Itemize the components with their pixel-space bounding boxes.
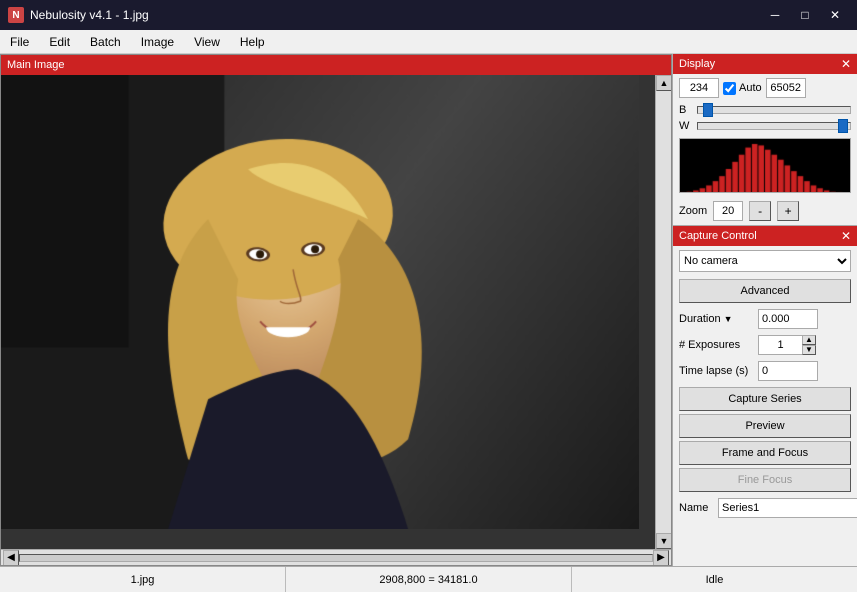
timelapse-label: Time lapse (s) (679, 365, 754, 377)
advanced-button[interactable]: Advanced (679, 279, 851, 303)
vertical-scrollbar[interactable]: ▲ ▼ (655, 75, 671, 549)
menu-view[interactable]: View (184, 30, 230, 53)
right-panel: Display ✕ Auto B W (672, 54, 857, 566)
capture-section-header: Capture Control ✕ (673, 226, 857, 246)
timelapse-input[interactable] (758, 361, 818, 381)
zoom-minus-button[interactable]: - (749, 201, 771, 221)
timelapse-row: Time lapse (s) (673, 358, 857, 384)
scroll-track[interactable] (656, 91, 671, 533)
display-section-header: Display ✕ (673, 54, 857, 74)
title-bar: N Nebulosity v4.1 - 1.jpg ─ □ ✕ (0, 0, 857, 30)
menu-batch[interactable]: Batch (80, 30, 131, 53)
scroll-up-button[interactable]: ▲ (656, 75, 672, 91)
capture-section: Capture Control ✕ No camera Advanced Dur… (673, 226, 857, 521)
app-icon: N (8, 7, 24, 23)
image-panel-header: Main Image (1, 55, 671, 75)
capture-series-button[interactable]: Capture Series (679, 387, 851, 411)
camera-select[interactable]: No camera (679, 250, 851, 272)
zoom-label: Zoom (679, 205, 707, 217)
menu-edit[interactable]: Edit (39, 30, 80, 53)
black-slider-track[interactable] (697, 106, 851, 114)
white-slider-row: W (673, 118, 857, 134)
scroll-down-button[interactable]: ▼ (656, 533, 672, 549)
exposures-label: # Exposures (679, 339, 754, 351)
menu-help[interactable]: Help (230, 30, 275, 53)
scroll-right-button[interactable]: ▶ (653, 550, 669, 566)
white-slider-track[interactable] (697, 122, 851, 130)
main-layout: Main Image ▲ ▼ ◀ ▶ Display ✕ (0, 54, 857, 566)
exposures-spinner-buttons: ▲ ▼ (802, 335, 816, 355)
maximize-button[interactable]: □ (791, 4, 819, 26)
camera-select-row: No camera (673, 246, 857, 276)
auto-checkbox-label[interactable]: Auto (723, 82, 762, 95)
window-controls: ─ □ ✕ (761, 4, 849, 26)
display-close-button[interactable]: ✕ (841, 57, 851, 71)
exposures-up-button[interactable]: ▲ (802, 335, 816, 345)
status-coordinates: 2908,800 = 34181.0 (286, 567, 572, 592)
status-filename: 1.jpg (0, 567, 286, 592)
status-bar: 1.jpg 2908,800 = 34181.0 Idle (0, 566, 857, 592)
duration-input[interactable] (758, 309, 818, 329)
w-label: W (679, 120, 693, 132)
menu-image[interactable]: Image (131, 30, 184, 53)
name-row: Name (673, 495, 857, 521)
exposures-down-button[interactable]: ▼ (802, 345, 816, 355)
image-panel: Main Image ▲ ▼ ◀ ▶ (0, 54, 672, 566)
horizontal-scrollbar[interactable]: ◀ ▶ (1, 549, 671, 565)
zoom-row: Zoom - + (673, 197, 857, 225)
preview-button[interactable]: Preview (679, 414, 851, 438)
duration-label: Duration ▼ (679, 313, 754, 325)
capture-close-button[interactable]: ✕ (841, 229, 851, 243)
frame-and-focus-button[interactable]: Frame and Focus (679, 441, 851, 465)
menu-bar: File Edit Batch Image View Help (0, 30, 857, 54)
exposures-input[interactable] (758, 335, 802, 355)
close-button[interactable]: ✕ (821, 4, 849, 26)
white-point-input[interactable] (766, 78, 806, 98)
exposures-spinner: ▲ ▼ (758, 335, 816, 355)
auto-checkbox[interactable] (723, 82, 736, 95)
black-point-input[interactable] (679, 78, 719, 98)
fine-focus-button[interactable]: Fine Focus (679, 468, 851, 492)
image-canvas[interactable] (1, 75, 655, 529)
zoom-input[interactable] (713, 201, 743, 221)
minimize-button[interactable]: ─ (761, 4, 789, 26)
display-section: Display ✕ Auto B W (673, 54, 857, 226)
black-slider-row: B (673, 102, 857, 118)
zoom-plus-button[interactable]: + (777, 201, 799, 221)
menu-file[interactable]: File (0, 30, 39, 53)
duration-dropdown-arrow[interactable]: ▼ (724, 314, 733, 324)
window-title: Nebulosity v4.1 - 1.jpg (30, 8, 761, 22)
scroll-left-button[interactable]: ◀ (3, 550, 19, 566)
status-idle: Idle (572, 567, 857, 592)
name-label: Name (679, 502, 714, 514)
display-levels-row: Auto (673, 74, 857, 102)
exposures-row: # Exposures ▲ ▼ (673, 332, 857, 358)
black-slider-thumb[interactable] (703, 103, 713, 117)
histogram (679, 138, 851, 193)
duration-row: Duration ▼ (673, 306, 857, 332)
white-slider-thumb[interactable] (838, 119, 848, 133)
scroll-horizontal-track[interactable] (19, 554, 653, 562)
b-label: B (679, 104, 693, 116)
name-input[interactable] (718, 498, 857, 518)
